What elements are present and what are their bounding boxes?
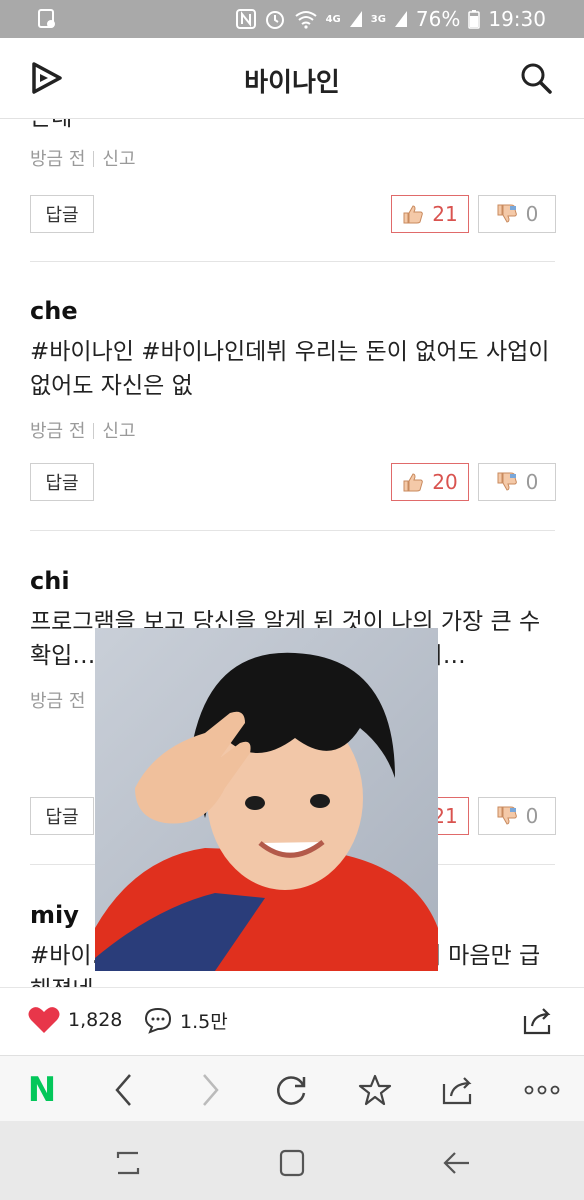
comment-item: 는데 방금 전 신고 [30,119,555,171]
refresh-icon [276,1076,306,1105]
bookmark-button[interactable] [355,1070,395,1110]
thumbs-down-icon [497,204,517,223]
recent-apps-icon [116,1151,140,1175]
comment-time: 방금 전 [30,691,86,712]
divider [30,261,555,262]
network-badge-3g: 3G [370,13,386,25]
more-button[interactable] [522,1070,562,1110]
search-icon[interactable] [520,62,552,94]
back-button[interactable] [104,1070,144,1110]
system-navigation-bar [0,1121,584,1200]
browser-share-button[interactable] [438,1070,478,1110]
comment-author: che [30,297,78,325]
comment-bubble-icon [144,1007,172,1034]
signal-icon [349,11,362,27]
dislike-button[interactable]: 0 [478,195,556,233]
like-total[interactable]: 1,828 [28,1006,122,1034]
dislike-count: 0 [525,470,539,494]
star-icon [358,1074,392,1106]
share-icon[interactable] [522,1006,554,1036]
refresh-button[interactable] [272,1070,312,1110]
naver-home-button[interactable]: N [22,1070,62,1110]
comment-meta: 방금 전 신고 [30,145,555,171]
report-link[interactable]: 신고 [102,421,135,442]
wifi-icon [294,11,317,29]
like-count: 21 [432,202,458,226]
back-arrow-icon [443,1152,469,1174]
page-title: 바이나인 [244,68,340,98]
comment-time: 방금 전 [30,421,86,442]
reply-button[interactable]: 답글 [30,463,94,501]
recent-apps-button[interactable] [108,1143,148,1183]
dislike-count: 0 [525,202,539,226]
post-action-bar: 1,828 1.5만 [0,987,584,1056]
home-button[interactable] [272,1143,312,1183]
comment-meta: 방금 전 신고 [30,417,555,443]
dislike-button[interactable]: 0 [478,463,556,501]
reply-button[interactable]: 답글 [30,797,94,835]
screenshot-notification-icon [38,9,55,28]
battery-icon [468,10,481,29]
signal-icon-2 [394,11,407,27]
thumbs-down-icon [497,472,517,491]
more-dots-icon [524,1085,560,1095]
comment-time: 방금 전 [30,149,86,170]
like-total-count: 1,828 [68,1009,123,1031]
forward-button[interactable] [190,1070,230,1110]
like-count: 20 [432,470,458,494]
clock: 19:30 [488,7,546,31]
comment-total-count: 1.5만 [180,1010,228,1033]
divider [30,530,555,531]
comment-item: che #바이나인 #바이나인데뷔 우리는 돈이 없어도 사업이 없어도 자신은… [30,297,555,443]
overlay-photo [95,628,438,971]
comment-text: #바이나인 #바이나인데뷔 우리는 돈이 없어도 사업이 없어도 자신은 없 [30,339,550,399]
dislike-button[interactable]: 0 [478,797,556,835]
comment-total[interactable]: 1.5만 [144,1006,228,1034]
app-header: 바이나인 [0,38,584,119]
share-icon [442,1077,472,1105]
status-bar: 4G 3G 76% 19:30 [0,0,584,38]
comment-text: 는데 [30,119,555,135]
browser-toolbar: N [0,1055,584,1122]
thumbs-up-icon [403,205,424,224]
like-button[interactable]: 20 [391,463,469,501]
home-icon [279,1149,305,1177]
thumbs-up-icon [403,473,424,492]
chevron-left-icon [115,1074,131,1106]
like-button[interactable]: 21 [391,195,469,233]
reply-button[interactable]: 답글 [30,195,94,233]
system-back-button[interactable] [436,1143,476,1183]
report-link[interactable]: 신고 [102,149,135,170]
comment-author: chi [30,567,70,595]
alarm-icon [265,11,284,29]
thumbs-down-icon [497,806,517,825]
nfc-icon [235,9,256,29]
battery-percent: 76% [415,7,461,31]
dislike-count: 0 [525,804,539,828]
status-indicators: 4G 3G 76% 19:30 [235,0,546,38]
network-badge-4g: 4G [325,13,341,25]
chevron-right-icon [203,1074,219,1106]
heart-icon [28,1007,60,1033]
child-photo-image [95,628,438,971]
naver-logo-icon: N [27,1070,57,1110]
